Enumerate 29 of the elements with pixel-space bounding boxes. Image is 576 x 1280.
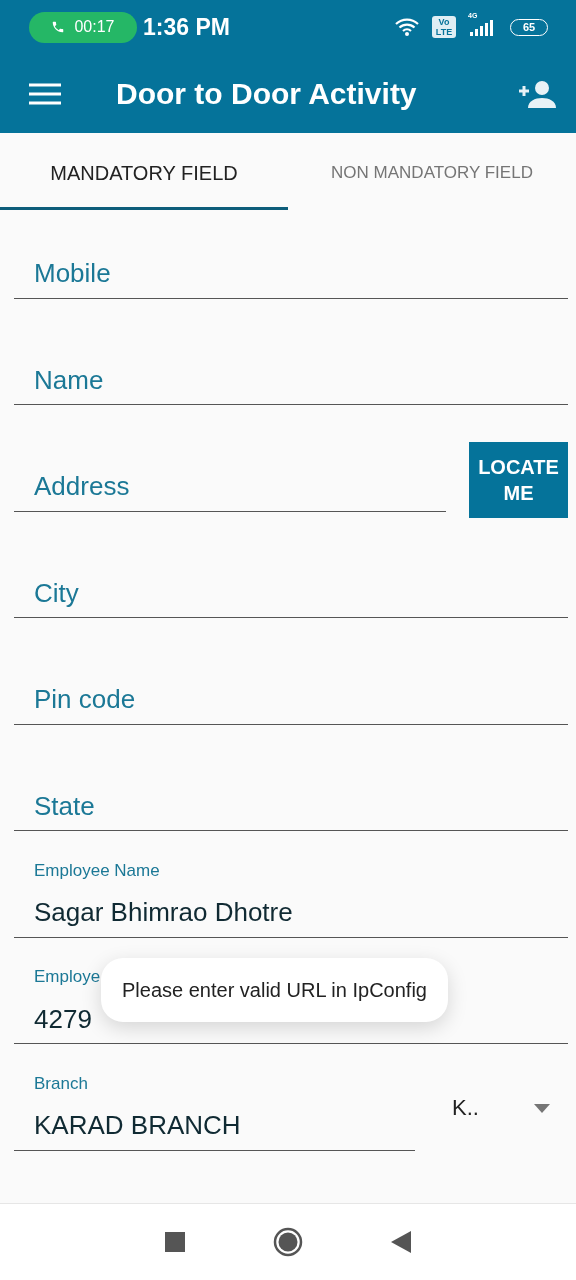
toast-message: Please enter valid URL in IpConfig <box>101 958 448 1022</box>
tab[interactable]: MANDATORY FIELD <box>0 133 288 210</box>
field-label: Employe <box>34 967 102 987</box>
app-title: Door to Door Activity <box>116 76 418 111</box>
input-field[interactable]: Pin code <box>34 675 188 724</box>
caret-icon <box>534 1103 550 1113</box>
add-person-icon[interactable] <box>518 79 556 108</box>
field-label: Branch <box>34 1073 89 1094</box>
field-label: Employee Name <box>34 860 161 881</box>
input-field[interactable]: Address <box>34 462 173 511</box>
menu-icon[interactable] <box>29 82 61 105</box>
tab[interactable]: NON MANDATORY FIELD <box>288 133 576 210</box>
wifi-icon <box>394 17 420 37</box>
phone-icon <box>51 19 66 35</box>
input-field[interactable]: Mobile <box>34 249 158 298</box>
home-icon[interactable] <box>273 1227 303 1257</box>
back-icon[interactable] <box>391 1231 411 1253</box>
input-field[interactable]: Sagar Bhimrao Dhotre <box>34 888 369 937</box>
volte-icon: Vo LTE <box>432 16 456 38</box>
battery-level: 65 <box>510 18 548 36</box>
input-field[interactable]: City <box>34 569 128 617</box>
branch-dropdown[interactable]: K.. <box>438 1044 568 1151</box>
call-timer: 00:17 <box>74 18 115 36</box>
input-field[interactable]: Name <box>34 356 128 404</box>
input-field[interactable]: KARAD BRANCH <box>34 1101 248 1150</box>
locate-button[interactable]: LOCATE ME <box>469 441 568 518</box>
input-field[interactable]: State <box>34 782 143 830</box>
clock-time: 1:36 PM <box>143 13 230 41</box>
signal-icon <box>468 18 494 36</box>
